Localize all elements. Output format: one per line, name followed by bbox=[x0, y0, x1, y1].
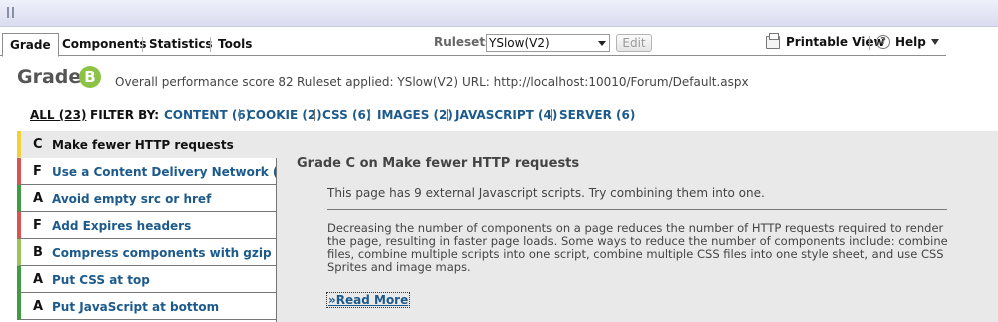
filter-images-link[interactable]: IMAGES (2) bbox=[377, 108, 453, 122]
rule-item-add-expires-headers[interactable]: F Add Expires headers bbox=[17, 212, 277, 239]
filter-all-link[interactable]: ALL (23) bbox=[30, 108, 86, 122]
rule-title: Avoid empty src or href bbox=[52, 192, 212, 206]
rule-title: Put JavaScript at bottom bbox=[52, 300, 220, 314]
rulesets-select[interactable]: YSlow(V2) bbox=[486, 34, 610, 52]
rule-grade: A bbox=[33, 272, 44, 287]
detail-title: Grade C on Make fewer HTTP requests bbox=[297, 156, 580, 171]
ruleset-applied: Ruleset applied: YSlow(V2) bbox=[297, 75, 459, 89]
rule-title: Use a Content Delivery Network (CDN) bbox=[52, 165, 313, 179]
rule-grade: C bbox=[33, 137, 43, 152]
rule-grade: A bbox=[33, 299, 44, 314]
rulesets-selected-value: YSlow(V2) bbox=[489, 36, 550, 50]
tab-grade[interactable]: Grade bbox=[2, 33, 59, 57]
toolbar-divider bbox=[869, 36, 870, 50]
filter-javascript-link[interactable]: JAVASCRIPT (4) bbox=[455, 108, 557, 122]
rule-detail-panel: Grade C on Make fewer HTTP requests This… bbox=[277, 131, 998, 322]
rule-title: Add Expires headers bbox=[52, 219, 192, 233]
grip-handle-icon[interactable] bbox=[7, 7, 9, 18]
printer-icon bbox=[766, 32, 780, 49]
detail-description: Decreasing the number of components on a… bbox=[327, 221, 948, 274]
overall-grade-badge: B bbox=[79, 66, 101, 88]
rule-item-css-at-top[interactable]: A Put CSS at top bbox=[17, 266, 277, 293]
overall-score: Overall performance score 82 bbox=[115, 75, 294, 89]
rule-title: Put CSS at top bbox=[52, 273, 150, 287]
edit-ruleset-button[interactable]: Edit bbox=[616, 34, 652, 52]
tab-components[interactable]: Components bbox=[55, 33, 154, 56]
filter-divider bbox=[551, 109, 552, 121]
printable-view-link[interactable]: Printable View bbox=[766, 32, 885, 49]
help-label: Help bbox=[895, 35, 926, 49]
top-toolbar bbox=[0, 0, 998, 27]
rule-grade: F bbox=[33, 164, 42, 179]
rule-title: Make fewer HTTP requests bbox=[52, 138, 234, 152]
rule-item-avoid-empty-src[interactable]: A Avoid empty src or href bbox=[17, 185, 277, 212]
dropdown-arrow-icon bbox=[598, 41, 606, 46]
filter-css-link[interactable]: CSS (6) bbox=[322, 108, 371, 122]
filter-divider bbox=[239, 109, 240, 121]
filter-divider bbox=[314, 109, 315, 121]
rule-grade: A bbox=[33, 191, 44, 206]
filter-cookie-link[interactable]: COOKIE (2) bbox=[247, 108, 322, 122]
rule-list: C Make fewer HTTP requests F Use a Conte… bbox=[17, 131, 313, 322]
detail-divider bbox=[327, 209, 947, 210]
rule-item-compress-gzip[interactable]: B Compress components with gzip bbox=[17, 239, 277, 266]
rule-title: Compress components with gzip bbox=[52, 246, 272, 260]
detail-message: This page has 9 external Javascript scri… bbox=[327, 186, 765, 200]
page-url: URL: http://localhost:10010/Forum/Defaul… bbox=[462, 75, 749, 89]
rule-item-use-cdn[interactable]: F Use a Content Delivery Network (CDN) bbox=[17, 158, 313, 185]
filter-divider bbox=[447, 109, 448, 121]
filter-by-label: FILTER BY: bbox=[90, 108, 160, 122]
grip-handle-icon[interactable] bbox=[12, 7, 14, 18]
tab-statistics[interactable]: Statistics bbox=[142, 33, 220, 56]
rule-item-javascript-at-bottom[interactable]: A Put JavaScript at bottom bbox=[17, 293, 277, 320]
read-more-link[interactable]: »Read More bbox=[326, 292, 411, 308]
filter-divider bbox=[369, 109, 370, 121]
help-icon: ? bbox=[876, 35, 890, 49]
rule-item-make-fewer-http-requests[interactable]: C Make fewer HTTP requests bbox=[17, 131, 277, 158]
rule-grade: F bbox=[33, 218, 42, 233]
tab-tools[interactable]: Tools bbox=[211, 33, 259, 56]
rule-grade: B bbox=[33, 245, 43, 260]
chevron-down-icon bbox=[930, 39, 939, 45]
page-title: Grade bbox=[17, 66, 82, 88]
filter-server-link[interactable]: SERVER (6) bbox=[559, 108, 635, 122]
rulesets-label: Rulesets bbox=[434, 35, 493, 49]
help-menu[interactable]: ? Help bbox=[876, 35, 939, 49]
